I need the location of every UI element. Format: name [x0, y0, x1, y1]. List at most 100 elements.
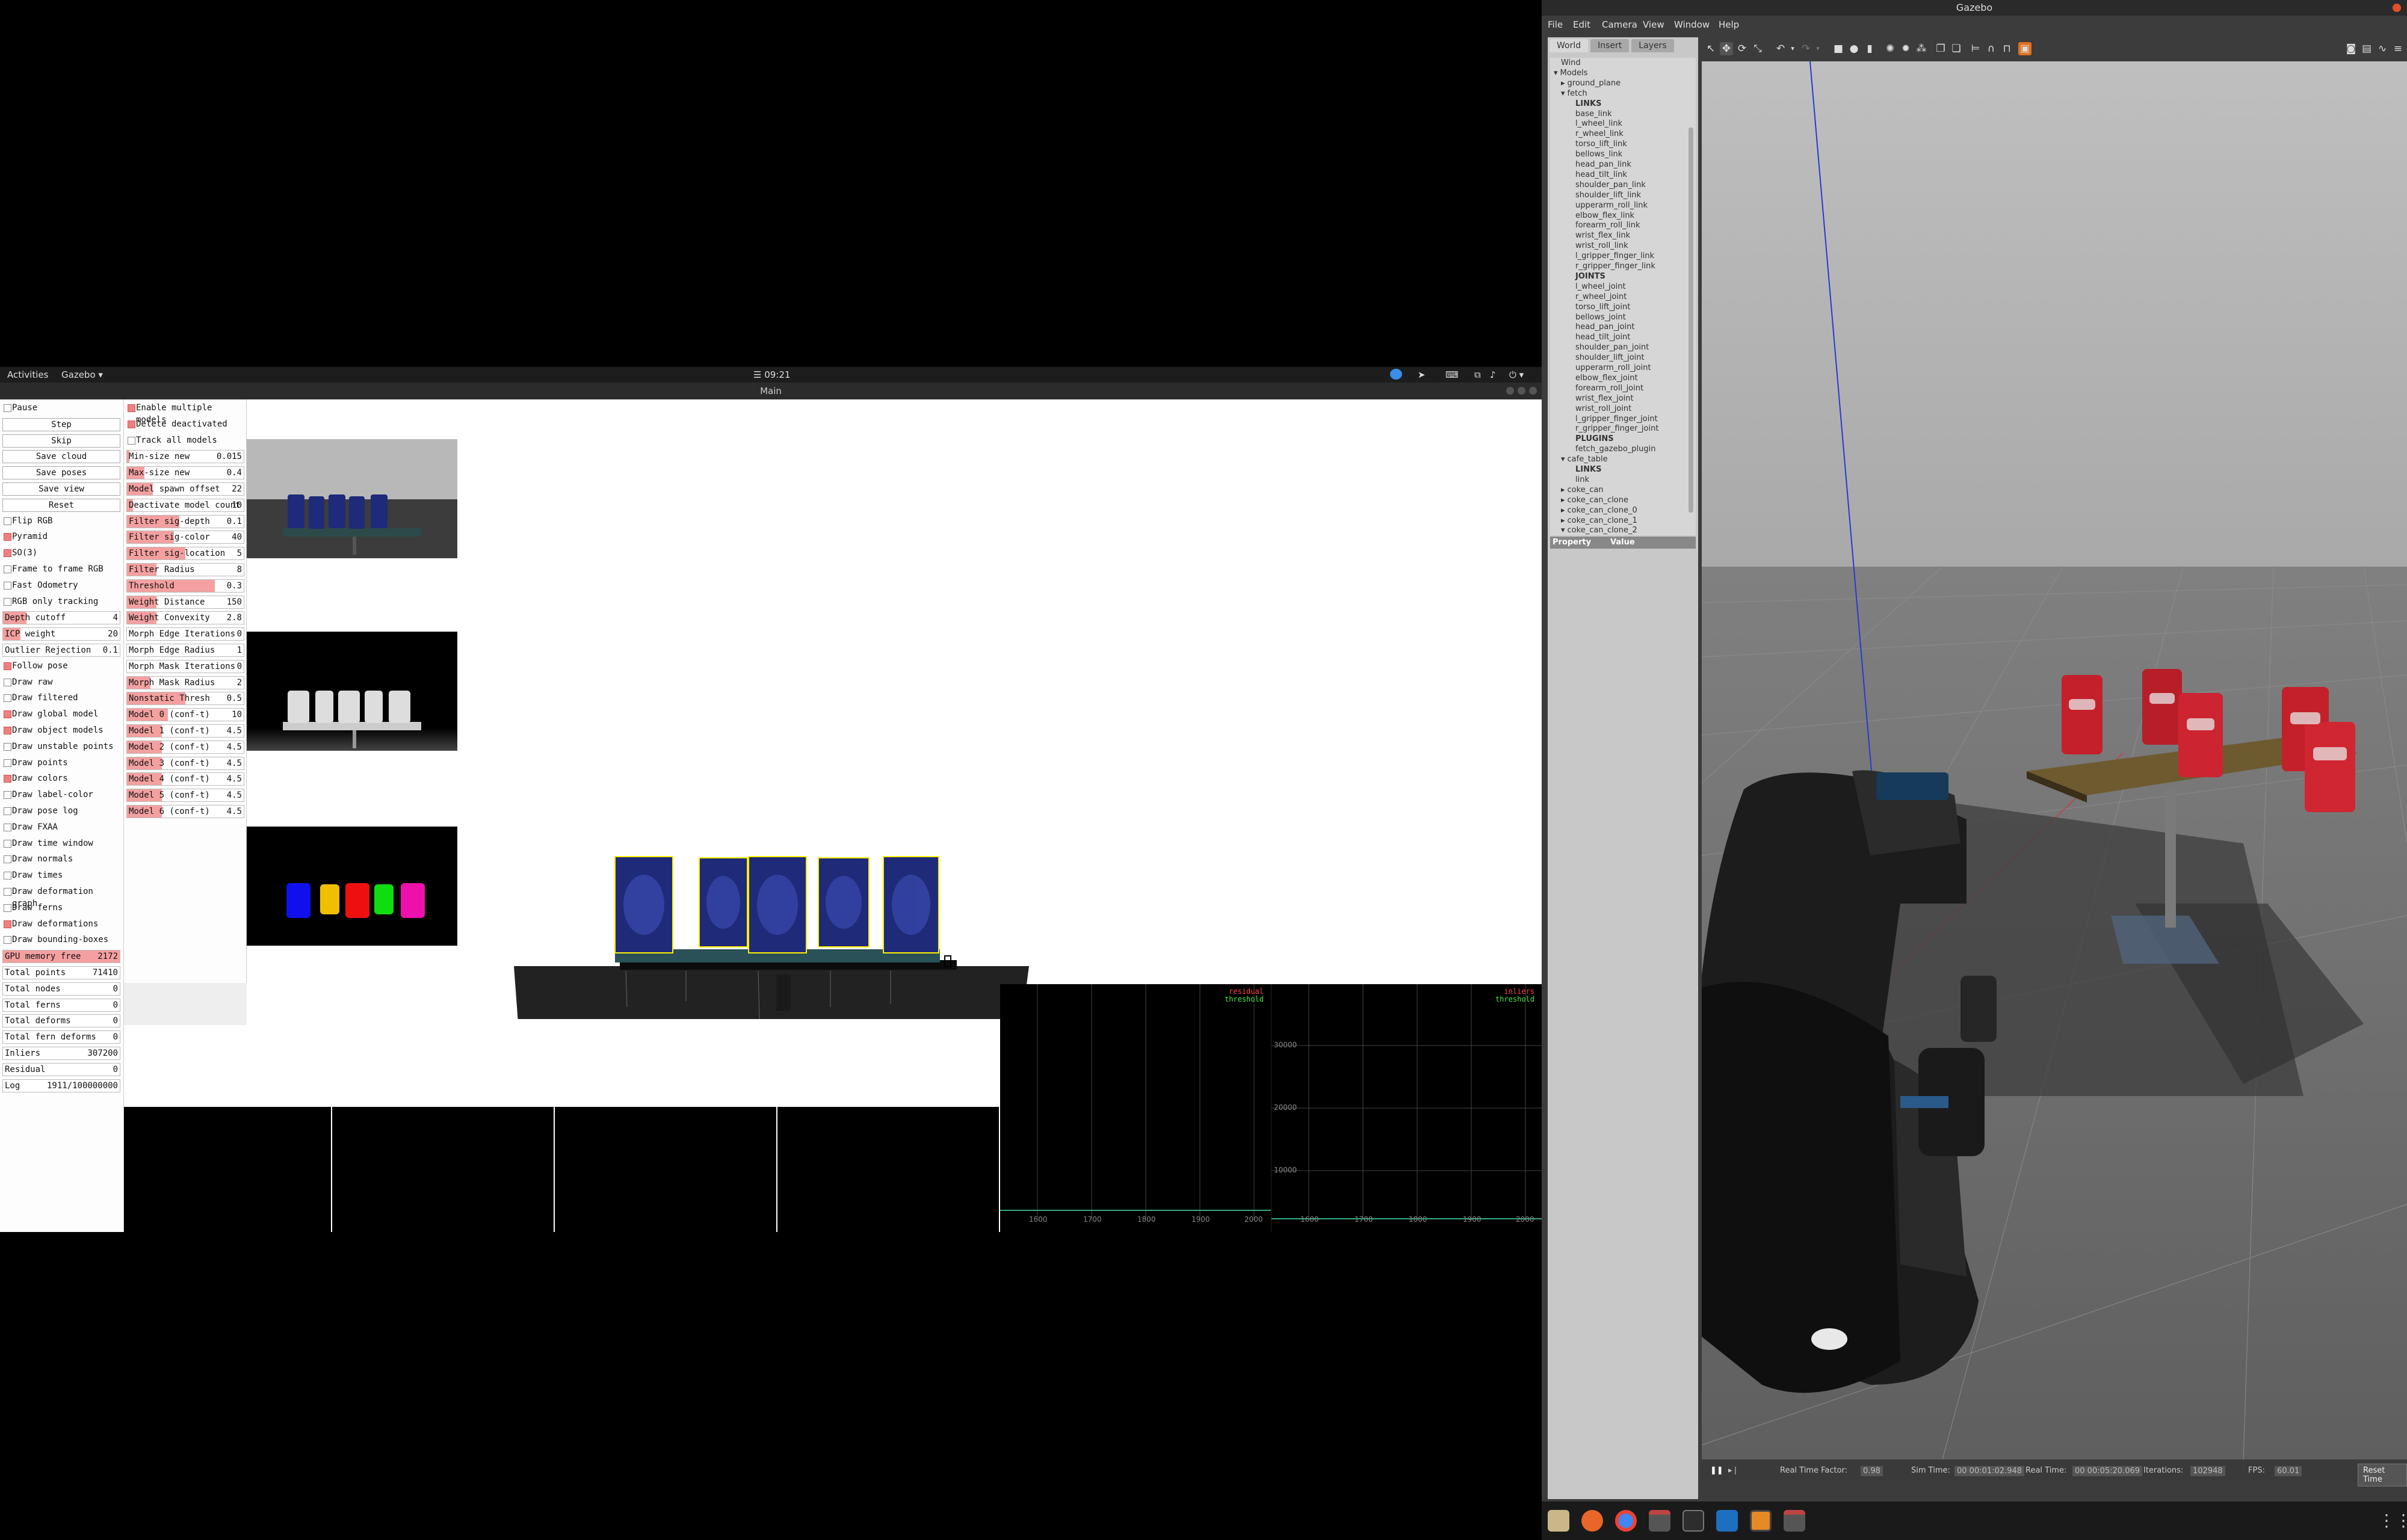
checkbox-delete-deactivated[interactable]: Delete deactivated	[126, 418, 244, 431]
menu-view[interactable]: View	[1643, 19, 1664, 30]
app-grid-icon[interactable]: ⋮⋮	[2378, 1510, 2407, 1532]
cylinder-shape-icon[interactable]: ▮	[1863, 42, 1876, 55]
tree-item[interactable]: r_gripper_finger_link	[1575, 261, 1655, 271]
snap-icon[interactable]: ∩	[1985, 42, 1998, 55]
slider-morph-mask-radius[interactable]: Morph Mask Radius 2	[126, 676, 244, 689]
slider-max-size-new[interactable]: Max-size new 0.4	[126, 466, 244, 480]
expand-arrow-icon[interactable]: ▾	[1554, 69, 1558, 78]
firefox-icon[interactable]	[1581, 1510, 1603, 1532]
slider-morph-edge-radius[interactable]: Morph Edge Radius 1	[126, 644, 244, 657]
log-icon[interactable]: ▤	[2360, 42, 2373, 55]
tree-item[interactable]: head_pan_joint	[1575, 322, 1634, 332]
tree-item[interactable]: head_pan_link	[1575, 159, 1631, 170]
power-icon[interactable]: ⏻ ▾	[1509, 369, 1524, 380]
slider-depth-cutoff[interactable]: Depth cutoff 4	[2, 611, 120, 625]
checkbox-flip-rgb[interactable]: Flip RGB	[2, 515, 120, 528]
expand-arrow-icon[interactable]: ▾	[1561, 455, 1565, 464]
pause-icon[interactable]: ❚❚	[1710, 1466, 1723, 1475]
button-save-view[interactable]: Save view	[2, 482, 120, 496]
button-reset[interactable]: Reset	[2, 498, 120, 512]
close-icon[interactable]	[1529, 387, 1537, 395]
tree-item[interactable]: r_wheel_link	[1575, 129, 1624, 139]
align-icon[interactable]: ⊨	[1969, 42, 1982, 55]
button-skip[interactable]: Skip	[2, 434, 120, 448]
expand-arrow-icon[interactable]: ▾	[1561, 89, 1565, 98]
orange-record-icon[interactable]: ▣	[2018, 42, 2032, 55]
checkbox-frame-to-frame-rgb[interactable]: Frame to frame RGB	[2, 563, 120, 576]
tree-item[interactable]: r_gripper_finger_joint	[1575, 424, 1658, 434]
slider-min-size-new[interactable]: Min-size new 0.015	[126, 450, 244, 464]
point-light-icon[interactable]: ✺	[1883, 42, 1897, 55]
tree-item[interactable]: ▸ coke_can_clone_0	[1561, 505, 1637, 516]
checkbox-so-3-[interactable]: SO(3)	[2, 547, 120, 560]
slider-outlier-rejection[interactable]: Outlier Rejection 0.1	[2, 644, 120, 657]
window-app-icon-2[interactable]	[1784, 1510, 1805, 1532]
tree-item[interactable]: ▾ Models	[1554, 68, 1587, 78]
translate-icon[interactable]: ✥	[1720, 42, 1733, 55]
keyboard-icon[interactable]: ⌨	[1445, 369, 1459, 380]
tab-layers[interactable]: Layers	[1631, 39, 1674, 52]
tree-item[interactable]: fetch_gazebo_plugin	[1575, 444, 1656, 454]
slider-morph-mask-iterations[interactable]: Morph Mask Iterations 0	[126, 659, 244, 673]
slider-model-0-conf-t-[interactable]: Model 0 (conf-t) 10	[126, 708, 244, 722]
checkbox-rgb-only-tracking[interactable]: RGB only tracking	[2, 596, 120, 609]
tree-item[interactable]: ▸ coke_can_clone	[1561, 495, 1628, 505]
checkbox-enable-multiple-models[interactable]: Enable multiple models	[126, 402, 244, 425]
tab-world[interactable]: World	[1550, 39, 1589, 52]
tree-item[interactable]: upperarm_roll_joint	[1575, 363, 1651, 373]
reconstruction-view[interactable]	[505, 790, 1047, 1019]
telegram-icon[interactable]: ➤	[1418, 369, 1426, 380]
checkbox-draw-filtered[interactable]: Draw filtered	[2, 692, 120, 705]
checkbox-draw-object-models[interactable]: Draw object models	[2, 724, 120, 738]
close-icon[interactable]	[2393, 4, 2401, 12]
gazebo-3d-scene[interactable]	[1702, 61, 2407, 1459]
app-indicator-icon[interactable]	[1390, 369, 1402, 380]
collapse-arrow-icon[interactable]: ▸	[1561, 79, 1565, 88]
tree-item[interactable]: r_wheel_joint	[1575, 292, 1627, 302]
slider-model-6-conf-t-[interactable]: Model 6 (conf-t) 4.5	[126, 805, 244, 818]
collapse-arrow-icon[interactable]: ▸	[1561, 496, 1565, 505]
menu-window[interactable]: Window	[1674, 19, 1710, 30]
directional-light-icon[interactable]: ⁂	[1915, 42, 1928, 55]
checkbox-draw-raw[interactable]: Draw raw	[2, 676, 120, 689]
slider-model-5-conf-t-[interactable]: Model 5 (conf-t) 4.5	[126, 789, 244, 802]
slider-morph-edge-iterations[interactable]: Morph Edge Iterations 0	[126, 627, 244, 641]
collapse-arrow-icon[interactable]: ▸	[1561, 516, 1565, 525]
slider-model-1-conf-t-[interactable]: Model 1 (conf-t) 4.5	[126, 724, 244, 738]
undo-dropdown-icon[interactable]: ▾	[1786, 42, 1799, 55]
tree-item[interactable]: PLUGINS	[1575, 434, 1614, 444]
tree-item[interactable]: wrist_roll_joint	[1575, 404, 1631, 414]
tree-item[interactable]: bellows_joint	[1575, 312, 1626, 322]
tree-item[interactable]: ▸ coke_can_clone_1	[1561, 516, 1637, 526]
slider-weight-convexity[interactable]: Weight Convexity 2.8	[126, 611, 244, 625]
checkbox-draw-points[interactable]: Draw points	[2, 757, 120, 770]
tree-item[interactable]: l_gripper_finger_joint	[1575, 414, 1658, 424]
checkbox-follow-pose[interactable]: Follow pose	[2, 660, 120, 673]
plot-icon[interactable]: ∿	[2376, 42, 2389, 55]
checkbox-draw-normals[interactable]: Draw normals	[2, 853, 120, 866]
tree-item[interactable]: LINKS	[1575, 464, 1601, 475]
checkbox-draw-ferns[interactable]: Draw ferns	[2, 902, 120, 915]
checkbox-track-all-models[interactable]: Track all models	[126, 434, 244, 448]
tree-item[interactable]: forearm_roll_joint	[1575, 383, 1643, 393]
tree-item[interactable]: forearm_roll_link	[1575, 220, 1640, 230]
redo-dropdown-icon[interactable]: ▾	[1811, 42, 1825, 55]
button-step[interactable]: Step	[2, 417, 120, 431]
checkbox-draw-global-model[interactable]: Draw global model	[2, 708, 120, 721]
slider-icp-weight[interactable]: ICP weight 20	[2, 627, 120, 641]
slider-model-spawn-offset[interactable]: Model spawn offset 22	[126, 482, 244, 496]
pangolin-viewport[interactable]: Pause Step Skip Save cloud Save poses Save vi…	[0, 399, 1542, 1232]
minimize-icon[interactable]	[1506, 387, 1514, 395]
slider-weight-distance[interactable]: Weight Distance 150	[126, 595, 244, 609]
tree-item[interactable]: wrist_roll_link	[1575, 241, 1628, 251]
measure-icon[interactable]: ⊓	[2000, 42, 2013, 55]
tree-item[interactable]: head_tilt_joint	[1575, 332, 1630, 342]
world-tree[interactable]: Wind ▾ Models ▸ ground_plane ▾ fetch LINKS base_…	[1550, 58, 1696, 535]
tree-item[interactable]: link	[1575, 475, 1589, 485]
tree-item[interactable]: upperarm_roll_link	[1575, 200, 1648, 211]
menu-camera[interactable]: Camera	[1602, 19, 1637, 30]
window-app-icon[interactable]	[1649, 1510, 1670, 1532]
chrome-icon[interactable]	[1615, 1510, 1637, 1532]
slider-filter-radius[interactable]: Filter Radius 8	[126, 563, 244, 576]
checkbox-draw-fxaa[interactable]: Draw FXAA	[2, 821, 120, 834]
